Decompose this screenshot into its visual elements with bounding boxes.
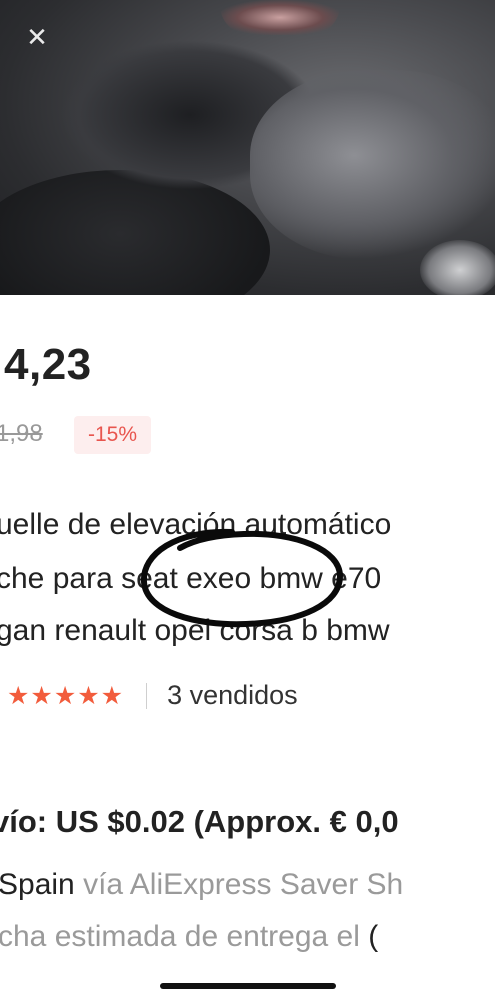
- estimated-delivery: cha estimada de entrega el (: [0, 920, 378, 954]
- product-title-line-2[interactable]: che para seat exeo bmw e70: [0, 562, 381, 596]
- product-title-line-1[interactable]: uelle de elevación automático: [0, 508, 391, 542]
- delivery-date: (: [359, 920, 379, 953]
- shipping-method[interactable]: Spain vía AliExpress Saver Sh: [0, 868, 403, 902]
- divider: [146, 682, 148, 709]
- shipping-carrier: vía AliExpress Saver Sh: [74, 868, 404, 901]
- home-indicator[interactable]: [160, 983, 336, 989]
- image-top-detail: [220, 0, 340, 35]
- shipping-cost[interactable]: vío: US $0.02 (Approx. € 0,0: [0, 804, 399, 840]
- product-image[interactable]: ✕: [0, 0, 495, 295]
- close-icon[interactable]: ✕: [22, 22, 52, 52]
- image-highlight: [420, 240, 495, 295]
- ship-to-country: Spain: [0, 868, 75, 901]
- sold-count: 3 vendidos: [167, 680, 298, 710]
- discount-badge: -15%: [74, 416, 152, 454]
- rating-row: ) ★★★★★ 3 vendidos: [0, 680, 298, 711]
- original-price: 1,98: [0, 420, 43, 447]
- product-title-line-3[interactable]: gan renault opel corsa b bmw: [0, 614, 390, 648]
- product-price: 4,23: [4, 340, 92, 389]
- delivery-label: cha estimada de entrega el: [0, 920, 360, 953]
- star-rating-icon[interactable]: ★★★★★: [7, 681, 124, 711]
- rating-score: ): [0, 680, 1, 711]
- image-light-area: [250, 70, 495, 260]
- image-shadow: [0, 170, 270, 295]
